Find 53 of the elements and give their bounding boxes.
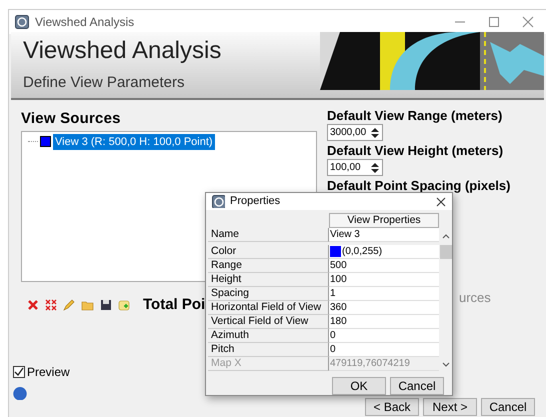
dialog-button[interactable]: Cancel — [390, 377, 444, 395]
property-name: Spacing — [208, 286, 329, 300]
header-subtitle: Define View Parameters — [23, 72, 186, 93]
property-value[interactable]: 360 — [330, 300, 347, 314]
property-value[interactable]: 0 — [330, 342, 336, 356]
scroll-up-icon[interactable] — [442, 233, 450, 240]
spin-arrows-icon[interactable] — [371, 128, 379, 138]
property-value[interactable]: 0 — [330, 328, 336, 342]
app-icon — [15, 15, 29, 29]
spin-arrows-icon[interactable] — [371, 162, 379, 172]
column-header[interactable]: View Properties — [329, 213, 439, 228]
total-points-label: Total Poi — [143, 295, 206, 316]
partial-label: urces — [459, 289, 492, 307]
maximize-icon[interactable] — [488, 16, 500, 28]
window-title: Viewshed Analysis — [35, 14, 134, 31]
header-title: Viewshed Analysis — [23, 37, 222, 66]
property-name: Color — [208, 244, 329, 258]
property-name: Pitch — [208, 342, 329, 356]
property-value[interactable]: 180 — [330, 314, 347, 328]
save-icon[interactable] — [100, 299, 112, 312]
setting-label: Default View Height (meters) — [327, 143, 504, 159]
delete-icon[interactable] — [27, 299, 39, 312]
setting-label: Default Point Spacing (pixels) — [327, 178, 512, 194]
property-name: Azimuth — [208, 328, 329, 342]
tree-item-label[interactable]: View 3 (R: 500,0 H: 100,0 Point) — [53, 134, 215, 150]
property-value[interactable]: 100 — [330, 272, 347, 286]
property-name: Range — [208, 258, 329, 272]
folder-icon[interactable] — [81, 299, 94, 312]
dialog-title: Properties — [230, 194, 280, 210]
property-name: Map X — [208, 356, 329, 370]
scroll-down-icon[interactable] — [442, 362, 450, 368]
spin-field[interactable]: 100,00 — [327, 159, 383, 176]
wizard-button[interactable]: Next > — [423, 398, 477, 416]
pencil-icon[interactable] — [63, 299, 75, 312]
wizard-button[interactable]: < Back — [365, 398, 419, 416]
property-value: 479119,76074219 — [330, 356, 410, 370]
close-icon[interactable] — [436, 196, 446, 206]
property-name: Vertical Field of View — [208, 314, 329, 328]
property-value[interactable]: 500 — [330, 258, 347, 272]
wizard-button[interactable]: Cancel — [481, 398, 535, 416]
preview-checkbox[interactable] — [13, 366, 25, 378]
property-name: Name — [208, 228, 329, 242]
section-label: View Sources — [21, 109, 122, 129]
property-name: Height — [208, 272, 329, 286]
spin-field[interactable]: 3000,00 — [327, 124, 383, 141]
setting-label: Default View Range (meters) — [327, 108, 504, 124]
property-value[interactable]: 1 — [330, 286, 336, 300]
dialog-button[interactable]: OK — [332, 377, 386, 395]
property-name: Horizontal Field of View — [208, 300, 329, 314]
scrollbar-thumb[interactable] — [440, 244, 452, 258]
delete-all-icon[interactable] — [45, 299, 57, 312]
checkbox-label[interactable]: Preview — [27, 362, 70, 381]
add-point-icon[interactable] — [118, 299, 131, 312]
